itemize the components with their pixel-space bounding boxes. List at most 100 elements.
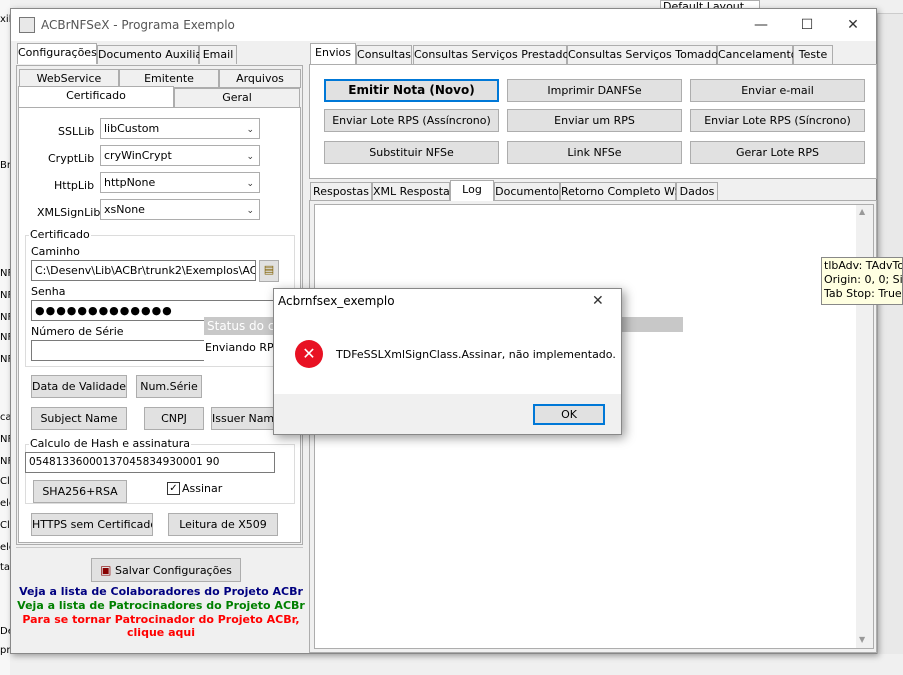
hash-group-label: Calculo de Hash e assinatura (29, 437, 192, 450)
tab-left-1[interactable]: Documento Auxiliar (97, 45, 207, 64)
maximize-button[interactable]: ☐ (784, 11, 830, 39)
hash-input[interactable]: 05481336000137045834930001 90 (25, 452, 275, 473)
caminho-input[interactable]: C:\Desenv\Lib\ACBr\trunk2\Exemplos\ACBrD… (31, 260, 256, 281)
assinar-checkbox[interactable]: ✓ (167, 482, 180, 495)
subtab-row2-1[interactable]: Geral (174, 88, 300, 107)
result-tab-0[interactable]: Respostas (310, 182, 372, 201)
result-tab-4[interactable]: Retorno Completo WS (560, 182, 682, 201)
result-tab-2[interactable]: Log (450, 180, 494, 201)
tooltip-line: Origin: 0, 0; Size (824, 273, 903, 286)
result-tab-1[interactable]: XML Resposta (372, 182, 450, 201)
tab-left-0[interactable]: Configurações (17, 43, 97, 64)
lib-label: HttpLib (54, 179, 95, 192)
background-fragment: Br (0, 160, 10, 171)
progress-bar (621, 317, 683, 332)
cert-button-0[interactable]: Data de Validade (31, 375, 127, 398)
chevron-down-icon: ⌄ (246, 152, 254, 162)
cert-button-4[interactable]: Issuer Name (211, 407, 279, 430)
background-fragment: NF (0, 332, 10, 343)
background-fragment: NF (0, 354, 10, 365)
result-tab-5[interactable]: Dados (676, 182, 718, 201)
lib-combo-value: libCustom (104, 122, 160, 135)
bottom-button-1[interactable]: Leitura de X509 (168, 513, 278, 536)
envio-button-3[interactable]: Enviar Lote RPS (Assíncrono) (324, 109, 499, 132)
numero-serie-input[interactable] (31, 340, 209, 361)
tab-right-2[interactable]: Consultas Serviços Prestados (413, 45, 575, 64)
lib-label: CryptLib (48, 152, 95, 165)
envio-button-4[interactable]: Enviar um RPS (507, 109, 682, 132)
scroll-down-icon[interactable]: ▼ (859, 635, 865, 644)
senha-label: Senha (31, 285, 66, 298)
error-icon: ✕ (295, 340, 323, 368)
background-fragment: NF (0, 290, 10, 301)
window-title: ACBrNFSeX - Programa Exemplo (41, 18, 235, 32)
envio-button-2[interactable]: Enviar e-mail (690, 79, 865, 102)
envio-button-0[interactable]: Emitir Nota (Novo) (324, 79, 499, 102)
lib-combo-value: xsNone (104, 203, 145, 216)
title-bar: ACBrNFSeX - Programa Exemplo — ☐ ✕ (11, 9, 876, 41)
left-divider (16, 547, 303, 548)
background-fragment: ele (0, 498, 10, 509)
result-tab-3[interactable]: Documento (494, 182, 560, 201)
lib-combo[interactable]: xsNone ⌄ (100, 199, 260, 220)
design-tooltip: tlbAdv: TAdvTo Origin: 0, 0; Size Tab St… (821, 257, 903, 305)
bottom-button-0[interactable]: HTTPS sem Certificado (31, 513, 153, 536)
link-2[interactable]: Para se tornar Patrocinador do Projeto A… (16, 613, 306, 626)
dialog-title: Acbrnfsex_exemplo (278, 294, 395, 308)
status-panel: Status do co Enviando RPS... (204, 316, 291, 364)
background-right-panel (877, 14, 903, 654)
background-fragment: Cl (0, 476, 10, 487)
envio-button-1[interactable]: Imprimir DANFSe (507, 79, 682, 102)
assinar-label: Assinar (182, 482, 223, 495)
caminho-label: Caminho (31, 245, 80, 258)
envio-button-8[interactable]: Gerar Lote RPS (690, 141, 865, 164)
browse-certificate-button[interactable]: ▤ (259, 260, 279, 282)
lib-combo-value: cryWinCrypt (104, 149, 172, 162)
background-fragment: pr (0, 645, 10, 656)
background-fragment: ca (0, 412, 10, 423)
dialog-close-button[interactable]: ✕ (592, 293, 604, 309)
envio-button-7[interactable]: Link NFSe (507, 141, 682, 164)
background-fragment: NF (0, 312, 10, 323)
tab-right-3[interactable]: Consultas Serviços Tomados (567, 45, 724, 64)
lib-combo[interactable]: httpNone ⌄ (100, 172, 260, 193)
chevron-down-icon: ⌄ (246, 125, 254, 135)
envio-button-6[interactable]: Substituir NFSe (324, 141, 499, 164)
scroll-up-icon[interactable]: ▲ (859, 207, 865, 216)
tab-right-1[interactable]: Consultas (356, 45, 412, 64)
background-fragment: De (0, 626, 10, 637)
chevron-down-icon: ⌄ (246, 206, 254, 216)
background-fragment: ta (0, 562, 10, 573)
tab-right-0[interactable]: Envios (310, 43, 356, 64)
subtab-row2-0[interactable]: Certificado (18, 86, 174, 107)
minimize-button[interactable]: — (738, 11, 784, 39)
tab-right-4[interactable]: Cancelamento (717, 45, 798, 64)
certificado-group-label: Certificado (29, 228, 91, 241)
app-icon (19, 17, 35, 33)
background-fragment: Cl (0, 520, 10, 531)
link-3[interactable]: clique aqui (16, 626, 306, 639)
envio-button-5[interactable]: Enviar Lote RPS (Síncrono) (690, 109, 865, 132)
cert-button-1[interactable]: Num.Série (136, 375, 202, 398)
status-title: Status do co (204, 317, 279, 335)
error-dialog: Acbrnfsex_exemplo ✕ ✕ TDFeSSLXmlSignClas… (273, 288, 622, 435)
sha256-rsa-button[interactable]: SHA256+RSA (33, 480, 127, 503)
chevron-down-icon: ⌄ (246, 179, 254, 189)
dialog-ok-button[interactable]: OK (533, 404, 605, 425)
cert-button-3[interactable]: CNPJ (144, 407, 204, 430)
lib-combo[interactable]: libCustom ⌄ (100, 118, 260, 139)
tab-left-2[interactable]: Email (199, 45, 237, 64)
background-fragment: NF (0, 434, 10, 445)
lib-combo-value: httpNone (104, 176, 156, 189)
numero-serie-label: Número de Série (31, 325, 124, 338)
close-button[interactable]: ✕ (830, 11, 876, 39)
link-1[interactable]: Veja a lista de Patrocinadores do Projet… (16, 599, 306, 612)
salvar-configuracoes-button[interactable]: ▣ Salvar Configurações (91, 558, 241, 582)
tab-right-5[interactable]: Teste (793, 45, 833, 64)
lib-combo[interactable]: cryWinCrypt ⌄ (100, 145, 260, 166)
background-fragment: NF (0, 268, 10, 279)
subtab-2[interactable]: Arquivos (219, 69, 301, 88)
link-0[interactable]: Veja a lista de Colaboradores do Projeto… (16, 585, 306, 598)
cert-button-2[interactable]: Subject Name (31, 407, 127, 430)
tooltip-line: tlbAdv: TAdvTo (824, 259, 903, 272)
